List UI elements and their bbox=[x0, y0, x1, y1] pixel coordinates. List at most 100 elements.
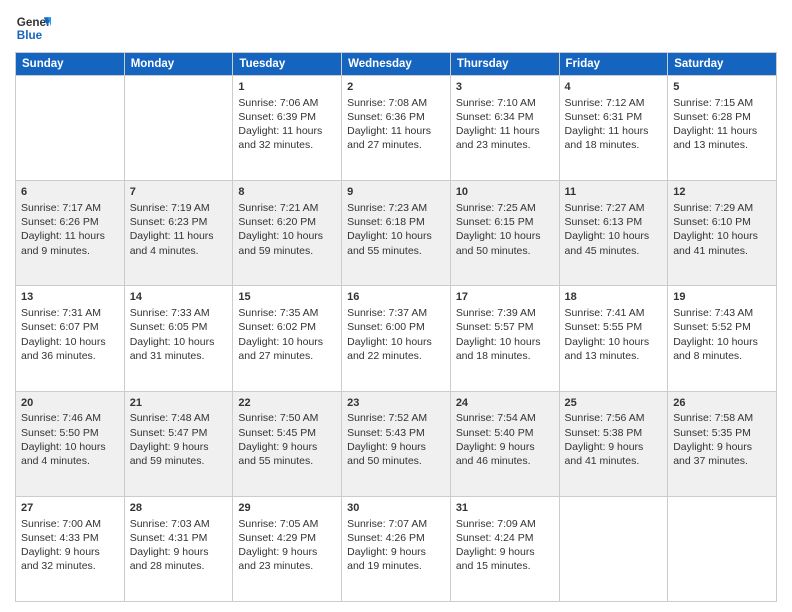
calendar-cell: 5Sunrise: 7:15 AMSunset: 6:28 PMDaylight… bbox=[668, 76, 777, 181]
weekday-header-thursday: Thursday bbox=[450, 53, 559, 76]
day-info-line: Sunset: 5:52 PM bbox=[673, 320, 771, 334]
day-info-line: Sunrise: 7:23 AM bbox=[347, 201, 445, 215]
day-info-line: Daylight: 10 hours bbox=[565, 335, 663, 349]
calendar-cell: 7Sunrise: 7:19 AMSunset: 6:23 PMDaylight… bbox=[124, 181, 233, 286]
calendar-cell: 20Sunrise: 7:46 AMSunset: 5:50 PMDayligh… bbox=[16, 391, 125, 496]
day-info-line: Sunrise: 7:06 AM bbox=[238, 96, 336, 110]
day-info-line: Sunrise: 7:10 AM bbox=[456, 96, 554, 110]
calendar-cell: 9Sunrise: 7:23 AMSunset: 6:18 PMDaylight… bbox=[342, 181, 451, 286]
day-info-line: Sunset: 5:40 PM bbox=[456, 426, 554, 440]
day-info-line: Sunset: 6:10 PM bbox=[673, 215, 771, 229]
day-info-line: Sunset: 5:50 PM bbox=[21, 426, 119, 440]
day-info-line: Daylight: 9 hours bbox=[130, 440, 228, 454]
day-info-line: Sunrise: 7:21 AM bbox=[238, 201, 336, 215]
day-info-line: Daylight: 9 hours bbox=[238, 545, 336, 559]
day-info-line: Sunset: 6:23 PM bbox=[130, 215, 228, 229]
calendar-cell: 15Sunrise: 7:35 AMSunset: 6:02 PMDayligh… bbox=[233, 286, 342, 391]
weekday-header-sunday: Sunday bbox=[16, 53, 125, 76]
day-info-line: Sunset: 5:47 PM bbox=[130, 426, 228, 440]
day-number: 3 bbox=[456, 80, 554, 95]
day-info-line: Sunrise: 7:39 AM bbox=[456, 306, 554, 320]
calendar-cell bbox=[559, 496, 668, 601]
day-info-line: Sunset: 6:36 PM bbox=[347, 110, 445, 124]
day-info-line: and 36 minutes. bbox=[21, 349, 119, 363]
day-info-line: Sunset: 6:26 PM bbox=[21, 215, 119, 229]
calendar-cell: 21Sunrise: 7:48 AMSunset: 5:47 PMDayligh… bbox=[124, 391, 233, 496]
calendar-cell: 26Sunrise: 7:58 AMSunset: 5:35 PMDayligh… bbox=[668, 391, 777, 496]
calendar-cell: 28Sunrise: 7:03 AMSunset: 4:31 PMDayligh… bbox=[124, 496, 233, 601]
day-info-line: and 32 minutes. bbox=[21, 559, 119, 573]
calendar-cell bbox=[668, 496, 777, 601]
day-info-line: Sunrise: 7:05 AM bbox=[238, 517, 336, 531]
day-info-line: Sunrise: 7:07 AM bbox=[347, 517, 445, 531]
calendar-week-row: 20Sunrise: 7:46 AMSunset: 5:50 PMDayligh… bbox=[16, 391, 777, 496]
weekday-header-saturday: Saturday bbox=[668, 53, 777, 76]
day-info-line: Daylight: 9 hours bbox=[565, 440, 663, 454]
day-info-line: Daylight: 11 hours bbox=[673, 124, 771, 138]
day-info-line: Daylight: 11 hours bbox=[347, 124, 445, 138]
day-info-line: Sunrise: 7:15 AM bbox=[673, 96, 771, 110]
day-number: 17 bbox=[456, 290, 554, 305]
day-info-line: Sunset: 6:34 PM bbox=[456, 110, 554, 124]
day-info-line: Daylight: 10 hours bbox=[21, 440, 119, 454]
day-info-line: and 9 minutes. bbox=[21, 244, 119, 258]
day-info-line: Sunrise: 7:29 AM bbox=[673, 201, 771, 215]
day-number: 27 bbox=[21, 501, 119, 516]
day-info-line: Sunrise: 7:41 AM bbox=[565, 306, 663, 320]
day-info-line: Sunrise: 7:19 AM bbox=[130, 201, 228, 215]
calendar-cell: 22Sunrise: 7:50 AMSunset: 5:45 PMDayligh… bbox=[233, 391, 342, 496]
calendar-cell: 8Sunrise: 7:21 AMSunset: 6:20 PMDaylight… bbox=[233, 181, 342, 286]
calendar-cell: 3Sunrise: 7:10 AMSunset: 6:34 PMDaylight… bbox=[450, 76, 559, 181]
day-info-line: Daylight: 10 hours bbox=[130, 335, 228, 349]
day-number: 1 bbox=[238, 80, 336, 95]
day-info-line: and 55 minutes. bbox=[347, 244, 445, 258]
day-number: 10 bbox=[456, 185, 554, 200]
day-number: 11 bbox=[565, 185, 663, 200]
day-info-line: and 46 minutes. bbox=[456, 454, 554, 468]
calendar-cell: 11Sunrise: 7:27 AMSunset: 6:13 PMDayligh… bbox=[559, 181, 668, 286]
day-info-line: and 55 minutes. bbox=[238, 454, 336, 468]
day-info-line: Daylight: 11 hours bbox=[130, 229, 228, 243]
day-number: 4 bbox=[565, 80, 663, 95]
day-info-line: and 50 minutes. bbox=[456, 244, 554, 258]
weekday-header-monday: Monday bbox=[124, 53, 233, 76]
day-info-line: Sunset: 4:31 PM bbox=[130, 531, 228, 545]
day-info-line: Sunrise: 7:43 AM bbox=[673, 306, 771, 320]
day-number: 9 bbox=[347, 185, 445, 200]
day-info-line: Sunset: 6:31 PM bbox=[565, 110, 663, 124]
day-info-line: Sunrise: 7:46 AM bbox=[21, 411, 119, 425]
day-info-line: Sunset: 6:00 PM bbox=[347, 320, 445, 334]
day-info-line: Daylight: 10 hours bbox=[347, 335, 445, 349]
day-info-line: and 4 minutes. bbox=[130, 244, 228, 258]
day-info-line: Sunrise: 7:33 AM bbox=[130, 306, 228, 320]
day-info-line: Daylight: 10 hours bbox=[456, 229, 554, 243]
day-info-line: Daylight: 9 hours bbox=[673, 440, 771, 454]
day-info-line: and 18 minutes. bbox=[456, 349, 554, 363]
day-info-line: Daylight: 9 hours bbox=[347, 440, 445, 454]
calendar-cell: 31Sunrise: 7:09 AMSunset: 4:24 PMDayligh… bbox=[450, 496, 559, 601]
day-info-line: and 37 minutes. bbox=[673, 454, 771, 468]
day-number: 28 bbox=[130, 501, 228, 516]
day-info-line: and 27 minutes. bbox=[238, 349, 336, 363]
calendar-cell: 27Sunrise: 7:00 AMSunset: 4:33 PMDayligh… bbox=[16, 496, 125, 601]
day-info-line: Sunrise: 7:27 AM bbox=[565, 201, 663, 215]
day-number: 13 bbox=[21, 290, 119, 305]
weekday-header-wednesday: Wednesday bbox=[342, 53, 451, 76]
calendar-week-row: 27Sunrise: 7:00 AMSunset: 4:33 PMDayligh… bbox=[16, 496, 777, 601]
day-info-line: Daylight: 9 hours bbox=[238, 440, 336, 454]
day-info-line: Sunset: 6:13 PM bbox=[565, 215, 663, 229]
day-info-line: Sunset: 5:45 PM bbox=[238, 426, 336, 440]
calendar-cell: 24Sunrise: 7:54 AMSunset: 5:40 PMDayligh… bbox=[450, 391, 559, 496]
day-info-line: Sunrise: 7:12 AM bbox=[565, 96, 663, 110]
day-info-line: Sunrise: 7:52 AM bbox=[347, 411, 445, 425]
day-number: 8 bbox=[238, 185, 336, 200]
weekday-header-tuesday: Tuesday bbox=[233, 53, 342, 76]
day-info-line: Daylight: 11 hours bbox=[565, 124, 663, 138]
day-info-line: Daylight: 10 hours bbox=[238, 229, 336, 243]
header: General Blue bbox=[15, 10, 777, 46]
logo: General Blue bbox=[15, 10, 51, 46]
day-number: 16 bbox=[347, 290, 445, 305]
day-number: 6 bbox=[21, 185, 119, 200]
day-info-line: Daylight: 10 hours bbox=[673, 335, 771, 349]
calendar-week-row: 13Sunrise: 7:31 AMSunset: 6:07 PMDayligh… bbox=[16, 286, 777, 391]
